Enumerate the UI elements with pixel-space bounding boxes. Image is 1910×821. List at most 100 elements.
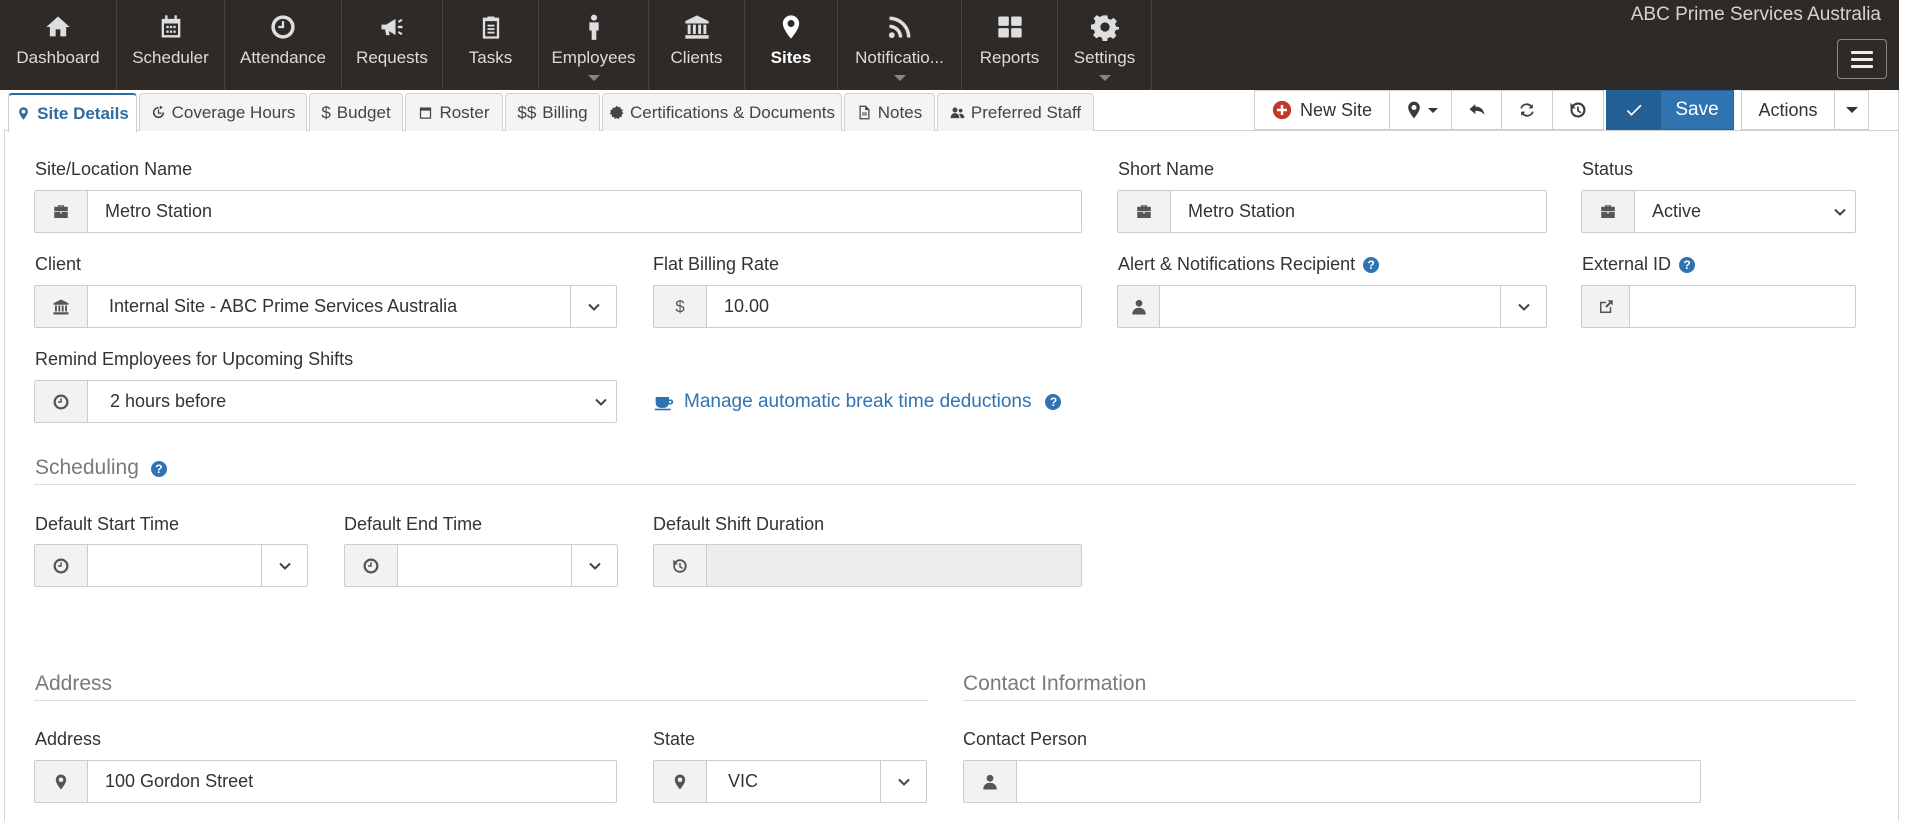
site-name-field[interactable]: Metro Station bbox=[34, 190, 1082, 233]
status-label: Status bbox=[1582, 159, 1634, 179]
actions-caret-button[interactable] bbox=[1834, 90, 1869, 130]
new-site-label: New Site bbox=[1299, 99, 1373, 120]
alert-recipient-select[interactable] bbox=[1117, 285, 1547, 328]
client-select[interactable]: Internal Site - ABC Prime Services Austr… bbox=[34, 285, 617, 328]
flat-rate-input[interactable]: 10.00 bbox=[707, 286, 1081, 327]
actions-button[interactable]: Actions bbox=[1741, 90, 1835, 130]
person-icon bbox=[539, 12, 648, 42]
manage-break-link[interactable]: Manage automatic break time deductions ? bbox=[654, 391, 1062, 413]
briefcase-icon bbox=[35, 191, 88, 232]
default-end-time-field[interactable] bbox=[344, 544, 618, 587]
dollar-icon: $ bbox=[321, 102, 331, 122]
tab-coverage-hours[interactable]: Coverage Hours bbox=[139, 93, 307, 131]
state-label: State bbox=[653, 729, 696, 749]
chevron-down-icon[interactable] bbox=[570, 286, 616, 327]
client-label: Client bbox=[35, 254, 82, 274]
short-name-field[interactable]: Metro Station bbox=[1117, 190, 1547, 233]
nav-label: Tasks bbox=[468, 48, 513, 67]
nav-dashboard[interactable]: Dashboard bbox=[0, 0, 117, 90]
short-name-label: Short Name bbox=[1118, 159, 1215, 179]
status-select[interactable]: Active bbox=[1581, 190, 1856, 233]
help-icon[interactable]: ? bbox=[1679, 257, 1696, 273]
check-icon bbox=[1607, 91, 1661, 129]
tab-certifications-documents[interactable]: Certifications & Documents bbox=[602, 93, 842, 131]
remind-label: Remind Employees for Upcoming Shifts bbox=[35, 349, 354, 369]
map-marker-icon bbox=[654, 761, 707, 802]
tab-budget[interactable]: $ Budget bbox=[309, 93, 403, 131]
default-duration-label: Default Shift Duration bbox=[653, 514, 825, 534]
dropdown-caret bbox=[587, 75, 600, 81]
external-id-input[interactable] bbox=[1630, 286, 1855, 327]
nav-scheduler[interactable]: Scheduler bbox=[117, 0, 225, 90]
default-start-time-field[interactable] bbox=[34, 544, 308, 587]
state-select[interactable]: VIC bbox=[653, 760, 927, 803]
nav-label: Settings bbox=[1073, 48, 1136, 67]
nav-requests[interactable]: Requests bbox=[342, 0, 443, 90]
tab-notes[interactable]: Notes bbox=[844, 93, 935, 131]
flat-rate-field[interactable]: $ 10.00 bbox=[653, 285, 1082, 328]
history-button[interactable] bbox=[1552, 90, 1604, 130]
default-end-label: Default End Time bbox=[344, 514, 483, 534]
flat-rate-label: Flat Billing Rate bbox=[653, 254, 780, 274]
section-divider bbox=[34, 484, 1856, 485]
refresh-button[interactable] bbox=[1501, 90, 1553, 130]
nav-notifications[interactable]: Notificatio... bbox=[838, 0, 962, 90]
panel-right-border bbox=[1898, 90, 1899, 821]
location-dropdown-button[interactable] bbox=[1389, 90, 1452, 130]
tab-preferred-staff[interactable]: Preferred Staff bbox=[937, 93, 1094, 131]
chevron-down-icon[interactable] bbox=[571, 545, 617, 586]
nav-reports[interactable]: Reports bbox=[962, 0, 1058, 90]
chevron-down-icon[interactable] bbox=[1500, 286, 1546, 327]
chevron-down-icon[interactable] bbox=[880, 761, 926, 802]
map-marker-icon bbox=[19, 107, 29, 120]
contact-person-input[interactable] bbox=[1017, 761, 1700, 802]
new-site-button[interactable]: New Site bbox=[1254, 90, 1390, 130]
undo-button[interactable] bbox=[1451, 90, 1502, 130]
panel-left-border bbox=[4, 130, 5, 821]
default-duration-field bbox=[653, 544, 1082, 587]
nav-tasks[interactable]: Tasks bbox=[443, 0, 539, 90]
nav-employees[interactable]: Employees bbox=[539, 0, 649, 90]
gear-icon bbox=[1058, 12, 1151, 42]
address-field[interactable]: 100 Gordon Street bbox=[34, 760, 617, 803]
default-end-input[interactable] bbox=[398, 545, 571, 586]
external-id-label-text: External ID bbox=[1582, 254, 1672, 274]
section-divider bbox=[963, 700, 1856, 701]
address-input[interactable]: 100 Gordon Street bbox=[88, 761, 616, 802]
nav-settings[interactable]: Settings bbox=[1058, 0, 1152, 90]
help-icon[interactable]: ? bbox=[1045, 394, 1062, 410]
help-icon[interactable]: ? bbox=[150, 461, 167, 477]
nav-label: Dashboard bbox=[16, 48, 100, 67]
site-name-input[interactable]: Metro Station bbox=[88, 191, 1081, 232]
tab-label: Roster bbox=[439, 102, 490, 122]
caret-down-icon bbox=[1427, 107, 1438, 113]
briefcase-icon bbox=[1582, 191, 1635, 232]
nav-label: Notificatio... bbox=[855, 48, 944, 67]
remind-value: 2 hours before bbox=[110, 391, 227, 411]
remind-select[interactable]: 2 hours before bbox=[34, 380, 617, 423]
save-button[interactable]: Save bbox=[1606, 90, 1734, 130]
tab-billing[interactable]: $$ Billing bbox=[505, 93, 600, 131]
file-icon bbox=[859, 105, 870, 120]
calendar-icon bbox=[420, 107, 432, 119]
tab-roster[interactable]: Roster bbox=[405, 93, 503, 131]
external-id-label: External ID? bbox=[1582, 254, 1696, 275]
hamburger-menu-button[interactable] bbox=[1837, 39, 1887, 79]
site-name-label: Site/Location Name bbox=[35, 159, 193, 179]
short-name-input[interactable]: Metro Station bbox=[1171, 191, 1546, 232]
contact-person-field[interactable] bbox=[963, 760, 1701, 803]
alert-recipient-value bbox=[1160, 286, 1500, 327]
clipboard-icon bbox=[443, 12, 538, 42]
clock-icon bbox=[35, 381, 88, 422]
nav-sites[interactable]: Sites bbox=[745, 0, 838, 90]
contact-section-title: Contact Information bbox=[963, 672, 1147, 695]
chevron-down-icon[interactable] bbox=[261, 545, 307, 586]
history-icon bbox=[654, 545, 707, 586]
nav-attendance[interactable]: Attendance bbox=[225, 0, 342, 90]
help-icon[interactable]: ? bbox=[1363, 257, 1380, 273]
tab-site-details[interactable]: Site Details bbox=[8, 93, 137, 132]
nav-clients[interactable]: Clients bbox=[649, 0, 745, 90]
default-start-input[interactable] bbox=[88, 545, 261, 586]
briefcase-icon bbox=[1118, 191, 1171, 232]
external-id-field[interactable] bbox=[1581, 285, 1856, 328]
